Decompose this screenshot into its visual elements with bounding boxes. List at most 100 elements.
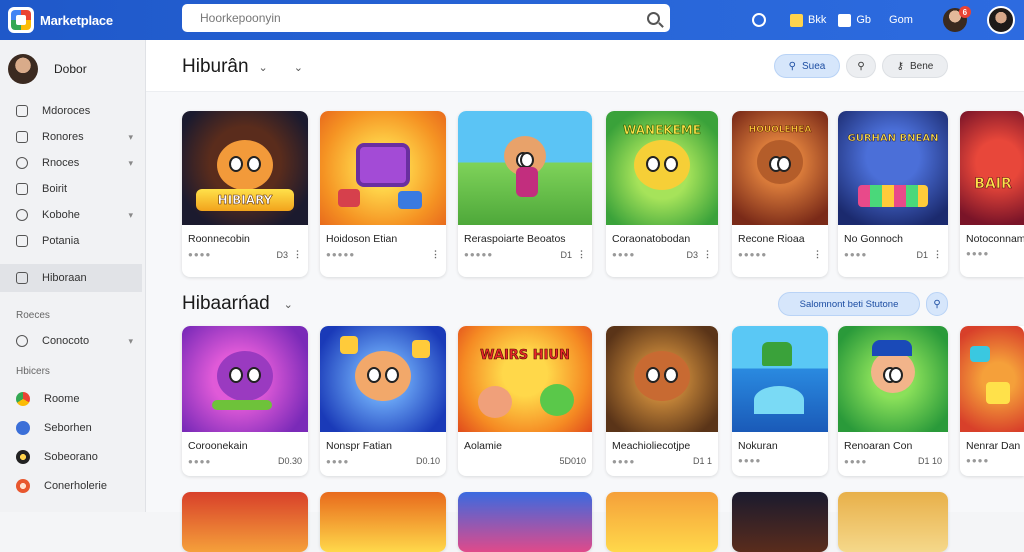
person-icon: ⚲ [788, 60, 796, 72]
app-name: Nokuran [738, 440, 778, 452]
bookmark-icon [838, 13, 852, 27]
rating: ●●●● [738, 456, 762, 465]
more-icon[interactable]: ⋮ [703, 249, 712, 260]
section-search-button[interactable]: ⚲ [926, 292, 948, 316]
search-icon[interactable] [647, 11, 660, 25]
gift-icon [790, 13, 803, 27]
rating: ●●●● [188, 250, 212, 259]
lock-icon [16, 183, 28, 195]
app-card[interactable]: WAIRS HIUN Aolamie 5D010 [458, 326, 592, 476]
app-card[interactable]: BAIR Notoconnam ●●●● [960, 111, 1024, 277]
app-card[interactable]: Nonspr Fatian ●●●● D0.10 [320, 326, 446, 476]
app-card[interactable]: Renoaran Con ●●●● D1 10 [838, 326, 948, 476]
app-thumbnail: WANEKEME [606, 111, 718, 225]
gift-button[interactable]: Bkk [790, 13, 826, 27]
sidebar-item-label: Rnoces [42, 157, 80, 169]
art-title: BAIR [974, 176, 1012, 193]
app-card[interactable]: Nenrar Dan ●●●● [960, 326, 1024, 476]
more-icon[interactable]: ⋮ [933, 249, 942, 260]
app-card[interactable]: Coroonekain ●●●● D0.30 [182, 326, 308, 476]
chat-icon [16, 235, 28, 247]
sidebar-item-conocoto[interactable]: Conocoto ▾ [0, 328, 145, 354]
sidebar-item-boirit[interactable]: Boirit [0, 176, 145, 202]
more-icon[interactable]: ⋮ [577, 249, 586, 260]
user-avatar[interactable] [986, 6, 1015, 34]
app-size: D0.10 [415, 456, 440, 466]
app-card[interactable] [320, 492, 446, 552]
app-thumbnail: WAIRS HIUN [458, 326, 592, 432]
app-card[interactable]: HIBIARY Roonnecobin ●●●● D3 ⋮ [182, 111, 308, 277]
more-icon[interactable]: ⋮ [431, 249, 440, 260]
button-label: Bene [909, 60, 934, 72]
account-button[interactable]: Gom [889, 14, 913, 26]
sidebar-profile[interactable]: Dobor [0, 40, 145, 98]
more-icon[interactable]: ⋮ [813, 249, 822, 260]
brand[interactable]: Marketplace [0, 0, 146, 40]
search-input[interactable] [200, 11, 647, 25]
app-card[interactable] [732, 492, 828, 552]
app-name: Reraspoiarte Beoatos [464, 233, 566, 245]
app-thumbnail [838, 492, 948, 552]
sidebar-item-roome[interactable]: Roome [0, 384, 145, 413]
primary-filter-button[interactable]: ⚲ Suea [774, 54, 840, 78]
sidebar: Dobor Mdoroces Ronores ▾ Rnoces ▾ Boirit… [0, 40, 146, 512]
divider [0, 254, 145, 264]
chevron-down-icon[interactable]: ⌄ [259, 61, 268, 74]
search-bar[interactable] [182, 4, 670, 32]
top-bar: Marketplace Bkk Gb Gom 6 [0, 0, 1024, 40]
notification-badge: 6 [958, 6, 971, 18]
app-size: D3 [686, 249, 698, 260]
app-meta: ●●●●● ⋮ [320, 245, 446, 260]
main-content: Hiburân ⌄ ⌄ ⚲ Suea ⚲ ⚷ Bene HIBIARY Roon… [146, 40, 1024, 552]
app-card[interactable]: Meachioliecotjpe ●●●● D1 1 [606, 326, 718, 476]
sidebar-item-ronores[interactable]: Ronores ▾ [0, 124, 145, 150]
secondary-filter-button[interactable]: ⚷ Bene [882, 54, 948, 78]
user-filter-button[interactable]: ⚲ [846, 54, 876, 78]
globe-icon [16, 335, 28, 347]
app-card[interactable]: HOUOLEHEA Recone Rioaa ●●●●● ⋮ [732, 111, 828, 277]
chevron-down-icon[interactable]: ⌄ [294, 61, 303, 74]
chevron-down-icon[interactable]: ⌄ [284, 298, 293, 311]
sidebar-item-kobohe[interactable]: Kobohe ▾ [0, 202, 145, 228]
app-name: Coroonekain [188, 440, 248, 452]
app-card[interactable]: Hoidoson Etian ●●●●● ⋮ [320, 111, 446, 277]
bookmark-button[interactable]: Gb [838, 13, 871, 27]
app-card[interactable] [182, 492, 308, 552]
sidebar-item-label: Ronores [42, 131, 84, 143]
app-meta: ●●●● D0.30 [182, 452, 308, 466]
app-card[interactable] [838, 492, 948, 552]
chevron-down-icon: ▾ [128, 209, 133, 220]
app-card[interactable]: Nokuran ●●●● [732, 326, 828, 476]
sidebar-item-active[interactable]: Hiboraan [0, 264, 142, 292]
sidebar-item-potania[interactable]: Potania [0, 228, 145, 254]
sidebar-item-seborhen[interactable]: Seborhen [0, 413, 145, 442]
app-meta: ●●●● [732, 452, 828, 465]
sidebar-section-heading: Hbicers [16, 365, 50, 377]
notifications-avatar[interactable]: 6 [942, 6, 971, 32]
page-title[interactable]: Hiburân ⌄ ⌄ [182, 56, 303, 78]
section-action-button[interactable]: Salomnont beti Stutone [778, 292, 920, 316]
content-header: Hiburân ⌄ ⌄ ⚲ Suea ⚲ ⚷ Bene [146, 40, 1024, 92]
sidebar-item-label: Roome [44, 392, 80, 405]
rating: ●●●● [612, 250, 636, 259]
app-card[interactable] [606, 492, 718, 552]
app-meta: ●●●● D3 ⋮ [182, 245, 308, 260]
app-card[interactable]: WANEKEME Coraonatobodan ●●●● D3 ⋮ [606, 111, 718, 277]
sidebar-item-rnoces[interactable]: Rnoces ▾ [0, 150, 145, 176]
app-size: D0.30 [277, 456, 302, 466]
sidebar-item-label: Hiboraan [42, 272, 87, 284]
sidebar-item-mdoroces[interactable]: Mdoroces [0, 98, 145, 124]
app-name: Hoidoson Etian [326, 233, 398, 245]
more-icon[interactable]: ⋮ [293, 249, 302, 260]
app-card[interactable]: GURHAN BNEAN No Gonnoch ●●●● D1 ⋮ [838, 111, 948, 277]
app-meta: ●●●●● ⋮ [732, 245, 828, 260]
sidebar-item-label: Seborhen [44, 421, 92, 434]
sidebar-item-sobeorano[interactable]: Sobeorano [0, 442, 145, 471]
cast-icon[interactable] [752, 13, 766, 27]
app-card[interactable] [458, 492, 592, 552]
sidebar-item-conerholerie[interactable]: Conerholerie [0, 471, 145, 500]
section-title[interactable]: Hibaarńad ⌄ [182, 293, 293, 315]
app-card[interactable]: Reraspoiarte Beoatos ●●●●● D1 ⋮ [458, 111, 592, 277]
app-thumbnail: HIBIARY [182, 111, 308, 225]
button-label: Salomnont beti Stutone [799, 298, 899, 310]
